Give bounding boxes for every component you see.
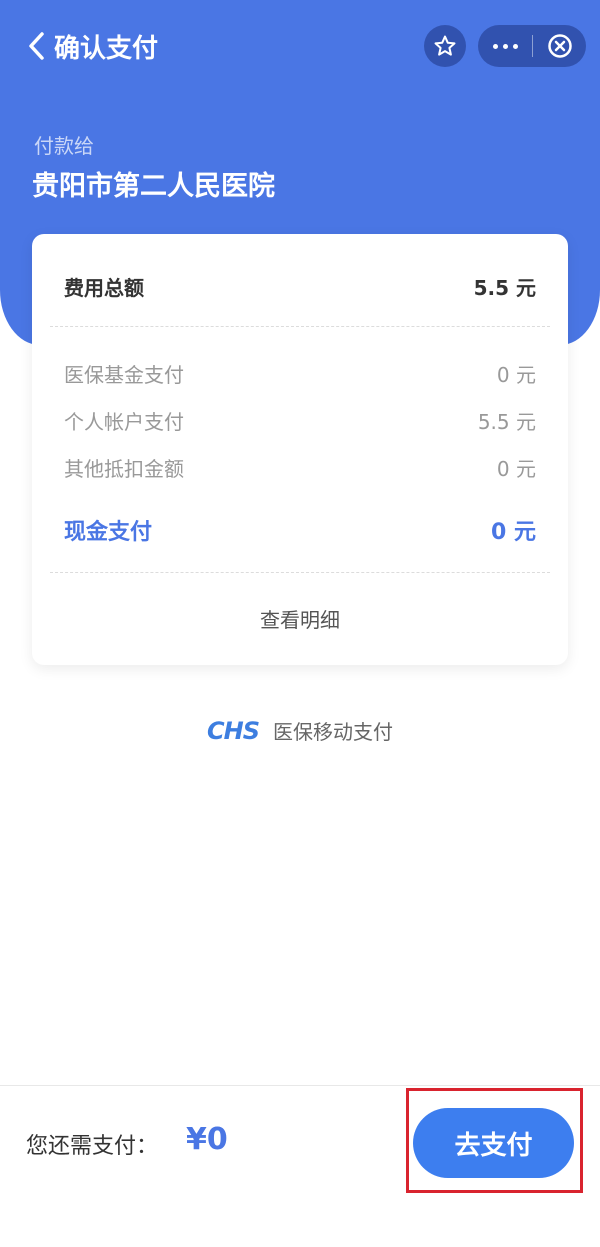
miniprogram-capsule: [478, 25, 586, 67]
close-circle-icon: [547, 34, 572, 58]
detail-value: 0 元: [496, 363, 536, 387]
close-button[interactable]: [533, 25, 586, 67]
amount-due-value: ¥0: [186, 1122, 228, 1157]
more-button[interactable]: [478, 25, 532, 67]
cash-value: 0 元: [491, 520, 536, 545]
view-detail-link[interactable]: 查看明细: [32, 604, 568, 633]
detail-label: 医保基金支付: [64, 363, 184, 387]
detail-label: 其他抵扣金额: [64, 457, 184, 481]
brand-text: 医保移动支付: [272, 720, 393, 744]
cash-row: 现金支付 0 元: [64, 514, 536, 546]
page-title: 确认支付: [54, 33, 159, 64]
total-value: 5.5 元: [473, 276, 536, 300]
chs-logo: CHS: [207, 716, 260, 745]
detail-value: 5.5 元: [477, 410, 536, 434]
divider: [50, 326, 550, 327]
favorite-button[interactable]: [424, 25, 466, 67]
more-dots-icon: [492, 43, 518, 49]
chevron-left-icon: [29, 32, 44, 60]
back-button[interactable]: 确认支付: [26, 26, 158, 66]
divider: [50, 572, 550, 573]
detail-value: 0 元: [496, 457, 536, 481]
detail-row-other: 其他抵扣金额 0 元: [64, 453, 536, 482]
amount-due-label: 您还需支付：: [26, 1134, 159, 1159]
highlight-annotation: [406, 1088, 583, 1193]
payee-label: 付款给: [34, 134, 94, 158]
cash-label: 现金支付: [64, 520, 153, 545]
detail-label: 个人帐户支付: [64, 410, 184, 434]
payment-summary-card: 费用总额 5.5 元 医保基金支付 0 元 个人帐户支付 5.5 元 其他抵扣金…: [32, 234, 568, 665]
total-label: 费用总额: [64, 276, 144, 300]
payee-name: 贵阳市第二人民医院: [32, 171, 275, 202]
star-icon: [434, 35, 456, 56]
detail-row-fund: 医保基金支付 0 元: [64, 359, 536, 388]
brand-footer: CHS 医保移动支付: [0, 716, 600, 745]
detail-row-personal: 个人帐户支付 5.5 元: [64, 406, 536, 435]
total-row: 费用总额 5.5 元: [64, 272, 536, 301]
